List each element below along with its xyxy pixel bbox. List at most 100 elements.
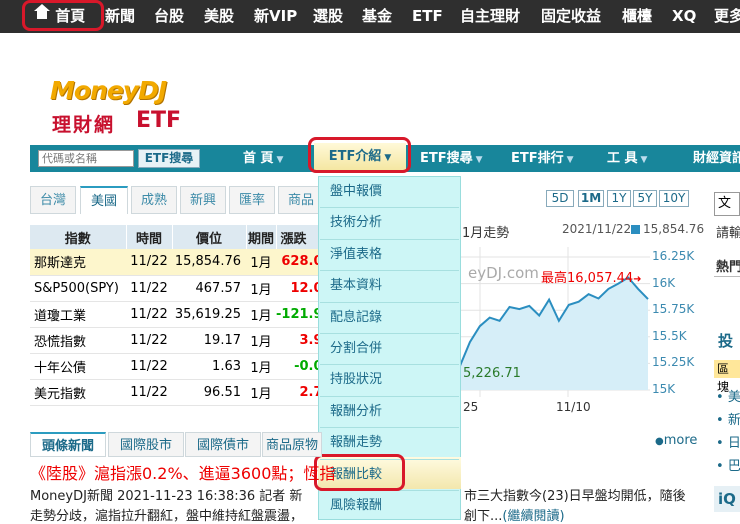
subnav-home[interactable]: 首 頁 ▼ <box>243 145 283 172</box>
tab-fx[interactable]: 匯率 <box>229 186 275 214</box>
table-row[interactable]: 十年公債 11/22 1.63 1月 -0.0 <box>30 353 328 380</box>
dropdown-separator <box>320 238 459 240</box>
top-nav-funds[interactable]: 基金 <box>362 0 392 33</box>
row-name[interactable]: 美元指數 <box>30 379 126 406</box>
subnav-news[interactable]: 財經資訊 <box>693 145 740 172</box>
top-nav-xq[interactable]: XQ <box>672 0 696 33</box>
legend-swatch <box>631 225 640 234</box>
row-period: 1月 <box>246 379 276 406</box>
top-nav-stock-picker[interactable]: 選股 <box>313 0 343 33</box>
tab-developed[interactable]: 成熟 <box>131 186 177 214</box>
row-price: 96.51 <box>172 379 246 406</box>
top-nav-more[interactable]: 更多 <box>714 0 740 33</box>
search-input[interactable]: 代碼或名稱 <box>38 150 134 167</box>
dropdown-item[interactable]: 報酬分析 <box>330 396 382 427</box>
x-tick-label: 25 <box>463 400 479 414</box>
dropdown-item[interactable]: 盤中報價 <box>330 176 382 207</box>
top-nav-self-finance[interactable]: 自主理財 <box>460 0 520 33</box>
tab-us[interactable]: 美國 <box>80 186 128 214</box>
top-nav-fixed-income[interactable]: 固定收益 <box>541 0 601 33</box>
tab-headline-news[interactable]: 頭條新聞 <box>30 432 106 457</box>
row-price: 1.63 <box>172 353 246 380</box>
top-nav-new-vip[interactable]: 新VIP <box>254 0 297 33</box>
sidebar-search-input[interactable]: 文 <box>714 192 740 216</box>
row-name[interactable]: 那斯達克 <box>30 249 126 276</box>
chart-low-label: 5,226.71 <box>463 366 521 381</box>
chart-watermark: eyDJ.com <box>468 264 539 282</box>
row-period: 1月 <box>246 327 276 354</box>
sidebar-invest-title: 投 <box>718 332 734 350</box>
top-nav-news[interactable]: 新聞 <box>105 0 135 33</box>
dropdown-separator <box>320 395 459 397</box>
tab-taiwan[interactable]: 台灣 <box>30 186 76 214</box>
row-name[interactable]: 道瓊工業 <box>30 301 126 328</box>
row-price: 15,854.76 <box>172 249 246 276</box>
chart-value: 15,854.76 <box>643 222 705 236</box>
row-price: 35,619.25 <box>172 301 246 328</box>
sidebar-link[interactable]: • 美 <box>716 386 740 405</box>
read-more-link[interactable]: (繼續閱讀) <box>502 509 564 524</box>
dropdown-separator <box>320 364 459 366</box>
etf-search-button-label: ETF搜尋 <box>144 151 194 165</box>
sidebar-link[interactable]: • 日 <box>716 432 740 451</box>
row-time: 11/22 <box>126 301 172 328</box>
period-10y[interactable]: 10Y <box>659 190 689 207</box>
row-period: 1月 <box>246 353 276 380</box>
dropdown-item[interactable]: 分割合併 <box>330 333 382 364</box>
row-period: 1月 <box>246 249 276 276</box>
y-tick-label: 16K <box>652 275 676 290</box>
period-5y[interactable]: 5Y <box>633 190 657 207</box>
top-nav-otc[interactable]: 櫃檯 <box>622 0 652 33</box>
news-headline[interactable]: 《陸股》滬指漲0.2%、進逼3600點；恆指 <box>30 460 335 484</box>
sidebar-link[interactable]: • 巴 <box>716 455 740 474</box>
tab-commodities-news[interactable]: 商品原物 <box>262 432 322 457</box>
sidebar-link-label: 巴 <box>727 459 740 474</box>
tab-intl-stocks[interactable]: 國際股市 <box>108 432 184 457</box>
dropdown-item[interactable]: 風險報酬 <box>330 490 382 521</box>
sidebar-link-label: 新 <box>727 413 740 428</box>
table-row[interactable]: 道瓊工業 11/22 35,619.25 1月 -121.9 <box>30 301 328 328</box>
top-nav-etf[interactable]: ETF <box>412 0 443 33</box>
subnav-etf-search[interactable]: ETF搜尋 ▼ <box>420 145 483 172</box>
sidebar-link-label: 日 <box>727 436 740 451</box>
table-row[interactable]: S&P500(SPY) 11/22 467.57 1月 12.0 <box>30 275 328 302</box>
news-line2-right-text: 創下... <box>464 509 503 524</box>
subnav-home-label: 首 頁 <box>243 151 274 166</box>
y-tick-label: 15.25K <box>652 355 695 370</box>
top-nav-us-stock[interactable]: 美股 <box>204 0 234 33</box>
moneydj-logo[interactable]: MoneyDJ <box>50 76 167 105</box>
row-name[interactable]: S&P500(SPY) <box>30 275 126 302</box>
chart-caption: 1月走勢 <box>462 226 510 241</box>
etf-search-button[interactable]: ETF搜尋 <box>138 149 200 168</box>
sidebar-link-label: 美 <box>727 390 740 405</box>
y-tick-label: 16.25K <box>652 249 695 263</box>
y-tick-label: 15.75K <box>652 302 695 317</box>
row-name[interactable]: 恐慌指數 <box>30 327 126 354</box>
sidebar-link[interactable]: • 新 <box>716 409 740 428</box>
period-1y[interactable]: 1Y <box>607 190 631 207</box>
row-time: 11/22 <box>126 353 172 380</box>
chevron-down-icon: ▼ <box>566 155 574 165</box>
table-row[interactable]: 美元指數 11/22 96.51 1月 2.7 <box>30 379 328 406</box>
row-name[interactable]: 十年公債 <box>30 353 126 380</box>
table-row[interactable]: 恐慌指數 11/22 19.17 1月 3.9 <box>30 327 328 354</box>
period-5d[interactable]: 5D <box>546 190 574 207</box>
dropdown-item[interactable]: 技術分析 <box>330 207 382 238</box>
dropdown-item[interactable]: 淨值表格 <box>330 239 382 270</box>
period-1m[interactable]: 1M <box>578 190 604 207</box>
bullet-icon: • <box>716 459 728 474</box>
chevron-down-icon: ▼ <box>640 155 648 165</box>
highlight-ring-home <box>22 0 104 31</box>
tab-intl-bonds[interactable]: 國際債市 <box>185 432 261 457</box>
y-tick-label: 15.5K <box>652 328 687 343</box>
dropdown-item[interactable]: 配息記錄 <box>330 302 382 333</box>
sidebar-prompt: 請輸 <box>716 226 740 241</box>
dropdown-item[interactable]: 持股狀況 <box>330 364 382 395</box>
top-nav-tw-stock[interactable]: 台股 <box>154 0 184 33</box>
dropdown-item[interactable]: 基本資料 <box>330 270 382 301</box>
table-row[interactable]: 那斯達克 11/22 15,854.76 1月 628.0 <box>30 249 328 276</box>
more-link[interactable]: ●more <box>655 433 697 448</box>
subnav-etf-ranking[interactable]: ETF排行 ▼ <box>511 145 574 172</box>
tab-emerging[interactable]: 新興 <box>180 186 226 214</box>
subnav-tools[interactable]: 工 具 ▼ <box>607 145 647 172</box>
